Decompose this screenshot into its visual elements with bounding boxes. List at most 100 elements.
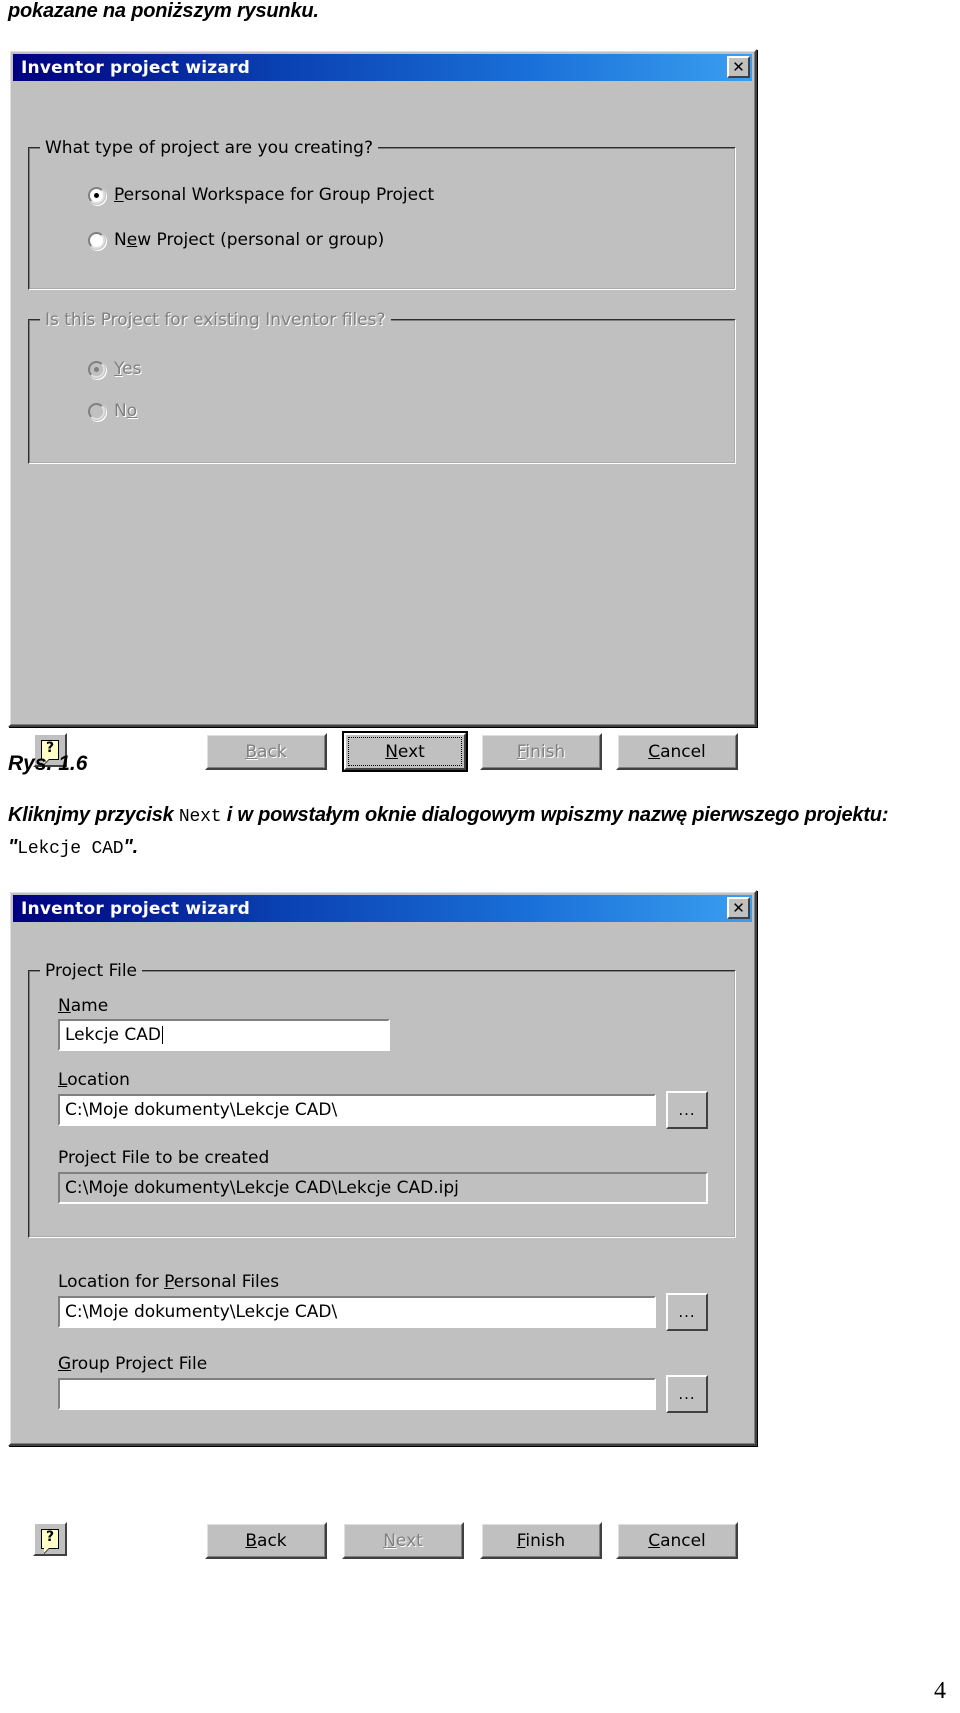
accel-char: e bbox=[126, 230, 138, 250]
personal-files-input-value: C:\Moje dokumenty\Lekcje CAD\ bbox=[65, 1302, 338, 1322]
button-label-rest: ancel bbox=[660, 1530, 706, 1551]
accel-char: L bbox=[58, 1070, 68, 1090]
group-project-file-browse-button[interactable]: ... bbox=[666, 1375, 708, 1413]
close-icon[interactable]: ✕ bbox=[727, 56, 750, 78]
close-glyph: ✕ bbox=[732, 57, 745, 76]
accel-char: G bbox=[58, 1354, 72, 1374]
personal-files-label: Location for Personal Files bbox=[58, 1272, 279, 1292]
radio-label-pre: N bbox=[114, 401, 127, 421]
cancel-button-label: Cancel bbox=[648, 742, 706, 762]
group-project-file-field-label: Group Project File bbox=[58, 1354, 207, 1374]
radio-existing-no: No bbox=[88, 401, 137, 421]
dialog1-titlebar[interactable]: Inventor project wizard ✕ bbox=[13, 54, 752, 81]
button-label-rest: ack bbox=[257, 741, 287, 762]
paragraph-part1: Kliknjmy przycisk bbox=[8, 804, 179, 826]
name-input[interactable]: Lekcje CAD bbox=[58, 1019, 390, 1051]
close-glyph: ✕ bbox=[732, 898, 745, 917]
cancel-button[interactable]: Cancel bbox=[616, 1522, 738, 1559]
radio-label-rest: ersonal Workspace for Group Project bbox=[123, 185, 435, 205]
radio-label-rest: es bbox=[122, 359, 142, 379]
button-bevel: Next bbox=[344, 733, 466, 770]
name-label-rest: ame bbox=[70, 996, 109, 1016]
page-number: 4 bbox=[934, 1678, 946, 1704]
radio-label-pre: N bbox=[114, 230, 127, 250]
focus-ring: Next bbox=[348, 737, 462, 766]
inventor-project-wizard-dialog-step1: Inventor project wizard ✕ What type of p… bbox=[8, 49, 757, 772]
button-label-rest: inish bbox=[525, 1530, 566, 1551]
radio-existing-no-label: No bbox=[114, 401, 137, 421]
dialog2-title: Inventor project wizard bbox=[21, 898, 251, 919]
personal-files-browse-button[interactable]: ... bbox=[666, 1293, 708, 1331]
group-existing-files-label: Is this Project for existing Inventor fi… bbox=[40, 310, 391, 330]
project-file-created-label: Project File to be created bbox=[58, 1148, 270, 1168]
accel-char: N bbox=[385, 741, 398, 762]
location-browse-button[interactable]: ... bbox=[666, 1091, 708, 1129]
button-label-rest: inish bbox=[525, 741, 566, 762]
button-label-rest: ancel bbox=[660, 741, 706, 762]
next-button[interactable]: Next bbox=[342, 1522, 464, 1559]
radio-existing-yes: Yes bbox=[88, 359, 141, 379]
paragraph-mono-project-name: Lekcje CAD bbox=[17, 839, 124, 859]
accel-char: B bbox=[245, 741, 258, 762]
finish-button-label: Finish bbox=[517, 1531, 565, 1551]
back-button[interactable]: Back bbox=[205, 733, 327, 770]
name-field-label: Name bbox=[58, 996, 108, 1016]
location-input[interactable]: C:\Moje dokumenty\Lekcje CAD\ bbox=[58, 1094, 656, 1126]
intro-paragraph: pokazane na poniższym rysunku. bbox=[8, 0, 319, 22]
close-icon[interactable]: ✕ bbox=[727, 897, 750, 919]
name-input-value: Lekcje CAD bbox=[65, 1025, 161, 1045]
back-button[interactable]: Back bbox=[205, 1522, 327, 1559]
next-button-label: Next bbox=[383, 1531, 423, 1551]
accel-char: N bbox=[383, 1530, 396, 1551]
accel-char: P bbox=[164, 1272, 174, 1292]
button-bevel: Back bbox=[207, 735, 325, 768]
finish-button[interactable]: Finish bbox=[480, 733, 602, 770]
group-project-file-input[interactable] bbox=[58, 1378, 656, 1410]
radio-button-glyph bbox=[88, 402, 105, 420]
back-button-label: Back bbox=[245, 1531, 286, 1551]
next-button-label: Next bbox=[385, 742, 425, 762]
radio-button-glyph[interactable] bbox=[88, 231, 105, 249]
button-bevel: Cancel bbox=[618, 735, 736, 768]
inventor-project-wizard-dialog-step2: Inventor project wizard ✕ Project File N… bbox=[8, 890, 757, 1559]
button-label-rest: ack bbox=[257, 1530, 287, 1551]
accel-char: C bbox=[648, 741, 661, 762]
body-paragraph: Kliknjmy przycisk Next i w powstałym okn… bbox=[8, 800, 952, 864]
accel-char: C bbox=[648, 1530, 661, 1551]
ellipsis-icon: ... bbox=[678, 1101, 696, 1119]
radio-new-project-label: New Project (personal or group) bbox=[114, 230, 384, 250]
group-project-file-label-rest: roup Project File bbox=[71, 1354, 208, 1374]
group-project-type: What type of project are you creating? P… bbox=[28, 138, 736, 290]
cancel-button[interactable]: Cancel bbox=[616, 733, 738, 770]
button-bevel: Finish bbox=[482, 735, 600, 768]
text-caret bbox=[162, 1026, 163, 1044]
paragraph-part3: ". bbox=[123, 836, 138, 858]
radio-label-rest: w Project (personal or group) bbox=[137, 230, 385, 250]
button-bevel: Back bbox=[207, 1524, 325, 1557]
dialog2-titlebar[interactable]: Inventor project wizard ✕ bbox=[13, 895, 752, 922]
finish-button[interactable]: Finish bbox=[480, 1522, 602, 1559]
accel-char: Y bbox=[114, 359, 123, 379]
project-file-created-value: C:\Moje dokumenty\Lekcje CAD\Lekcje CAD.… bbox=[65, 1178, 459, 1198]
radio-new-project[interactable]: New Project (personal or group) bbox=[88, 230, 384, 250]
radio-existing-yes-label: Yes bbox=[114, 359, 141, 379]
accel-char: N bbox=[58, 996, 71, 1016]
accel-char: B bbox=[245, 1530, 258, 1551]
location-field-label: Location bbox=[58, 1070, 130, 1090]
group-existing-files: Is this Project for existing Inventor fi… bbox=[28, 310, 736, 464]
figure-caption: Rys. 1.6 bbox=[8, 752, 88, 775]
ellipsis-icon: ... bbox=[678, 1303, 696, 1321]
help-button[interactable]: ? bbox=[33, 1522, 67, 1556]
button-bevel: Cancel bbox=[618, 1524, 736, 1557]
finish-button-label: Finish bbox=[517, 742, 565, 762]
button-bevel: Finish bbox=[482, 1524, 600, 1557]
accel-char: P bbox=[114, 185, 124, 205]
button-label-rest: ext bbox=[397, 741, 425, 762]
group-project-file-label: Project File bbox=[40, 961, 143, 981]
radio-personal-workspace[interactable]: Personal Workspace for Group Project bbox=[88, 185, 434, 205]
personal-files-input[interactable]: C:\Moje dokumenty\Lekcje CAD\ bbox=[58, 1296, 656, 1328]
next-button[interactable]: Next bbox=[342, 731, 468, 772]
personal-files-label-rest: ersonal Files bbox=[173, 1272, 280, 1292]
radio-button-glyph[interactable] bbox=[88, 186, 105, 204]
button-label-rest: ext bbox=[395, 1530, 423, 1551]
